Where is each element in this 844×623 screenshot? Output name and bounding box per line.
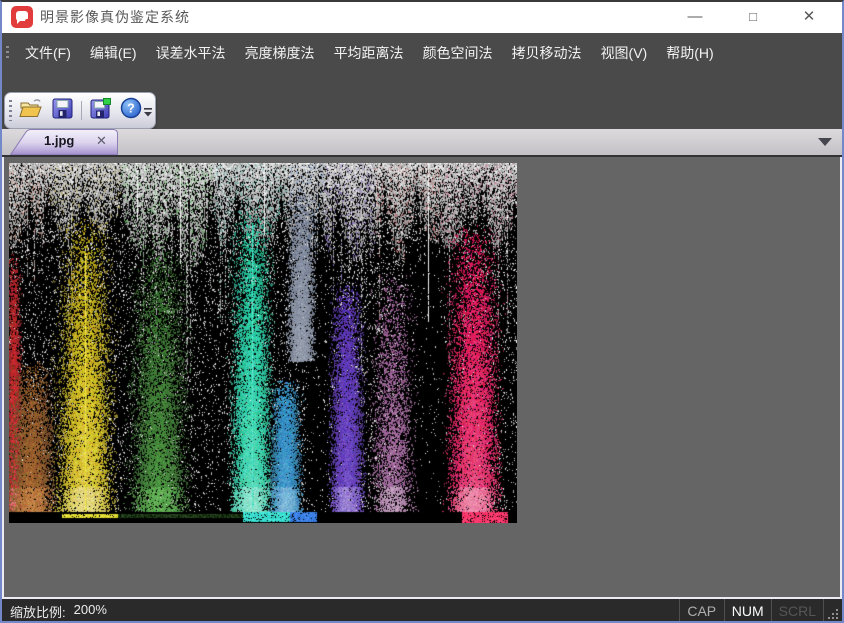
menu-item-color-space[interactable]: 颜色空间法 <box>415 40 501 66</box>
maximize-button[interactable]: □ <box>728 2 778 33</box>
tab-1jpg[interactable]: 1.jpg ✕ <box>10 129 122 155</box>
save-as-floppy-icon <box>90 98 111 124</box>
toolbar-drag-handle[interactable] <box>9 100 12 121</box>
menu-item-copy-move[interactable]: 拷贝移动法 <box>504 40 590 66</box>
tab-close-icon[interactable]: ✕ <box>96 133 107 149</box>
app-window: 明景影像真伪鉴定系统 — □ ✕ 文件(F) 编辑(E) 误差水平法 亮度梯度法… <box>0 0 844 623</box>
menu-toolbar-band: 文件(F) 编辑(E) 误差水平法 亮度梯度法 平均距离法 颜色空间法 拷贝移动… <box>2 33 842 129</box>
zoom-label: 缩放比例: <box>10 602 66 621</box>
tab-label: 1.jpg <box>44 133 74 148</box>
close-button[interactable]: ✕ <box>784 2 834 33</box>
save-floppy-icon <box>52 98 73 124</box>
document-area <box>2 157 842 599</box>
menu-item-luminance-gradient[interactable]: 亮度梯度法 <box>237 40 323 66</box>
toolbar-overflow-button[interactable] <box>142 106 154 120</box>
document-image <box>9 163 517 523</box>
tab-bar: 1.jpg ✕ <box>2 129 842 155</box>
resize-grip[interactable] <box>824 599 842 623</box>
minimize-button[interactable]: — <box>670 2 720 33</box>
menu-item-help[interactable]: 帮助(H) <box>658 40 721 66</box>
help-button[interactable]: ? <box>117 97 144 124</box>
title-bar[interactable]: 明景影像真伪鉴定系统 — □ ✕ <box>2 2 842 33</box>
open-file-button[interactable] <box>17 97 44 124</box>
tab-list-dropdown-icon[interactable] <box>818 138 832 146</box>
menu-drag-handle[interactable] <box>6 46 9 60</box>
menu-item-average-distance[interactable]: 平均距离法 <box>326 40 412 66</box>
indicator-scroll-lock: SCRL <box>771 599 824 623</box>
window-title: 明景影像真伪鉴定系统 <box>40 2 190 33</box>
indicator-caps-lock: CAP <box>679 599 724 623</box>
chat-bubble-icon <box>16 11 28 21</box>
open-folder-icon <box>19 97 43 124</box>
help-icon: ? <box>120 97 142 124</box>
zoom-value: 200% <box>74 602 107 621</box>
indicator-num-lock: NUM <box>724 599 771 623</box>
status-bar: 缩放比例: 200% CAP NUM SCRL <box>2 599 842 623</box>
toolbar-separator <box>81 101 82 120</box>
zoom-ratio: 缩放比例: 200% <box>10 602 107 621</box>
menu-item-error-level[interactable]: 误差水平法 <box>148 40 234 66</box>
menu-item-edit[interactable]: 编辑(E) <box>82 40 145 66</box>
chevron-down-icon <box>142 107 154 124</box>
save-button[interactable] <box>49 97 76 124</box>
app-icon <box>11 6 33 28</box>
menu-bar: 文件(F) 编辑(E) 误差水平法 亮度梯度法 平均距离法 颜色空间法 拷贝移动… <box>2 41 725 65</box>
menu-item-view[interactable]: 视图(V) <box>593 40 656 66</box>
svg-text:?: ? <box>127 102 135 116</box>
save-as-button[interactable] <box>87 97 114 124</box>
menu-item-file[interactable]: 文件(F) <box>17 40 79 66</box>
toolbar: ? <box>4 92 156 129</box>
